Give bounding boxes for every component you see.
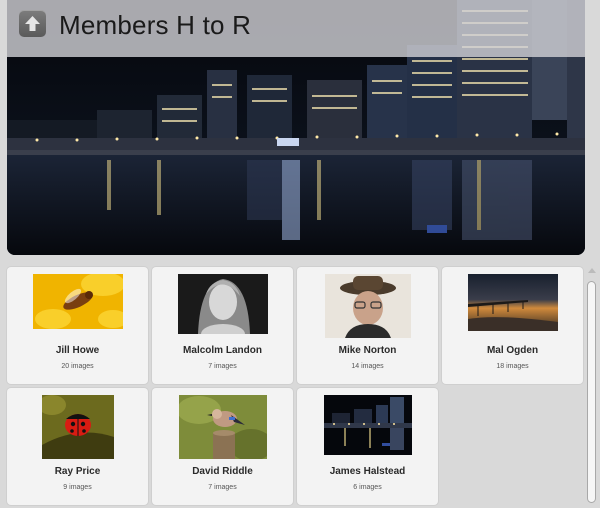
member-card[interactable]: Malcolm Landon 7 images xyxy=(152,267,293,384)
scroll-up-arrow-icon[interactable] xyxy=(588,268,596,273)
member-card[interactable]: James Halstead 6 images xyxy=(297,388,438,505)
member-name: Mal Ogden xyxy=(486,345,539,356)
member-thumbnail xyxy=(324,274,411,338)
arrow-up-icon xyxy=(25,16,40,31)
member-thumbnail xyxy=(178,395,267,459)
hero-banner: Members H to R xyxy=(7,0,585,255)
member-thumbnail xyxy=(467,274,558,331)
member-card[interactable]: Mal Ogden 18 images xyxy=(442,267,583,384)
member-name: David Riddle xyxy=(192,466,253,477)
member-thumbnail xyxy=(41,395,114,459)
title-bar: Members H to R xyxy=(7,0,585,57)
image-count: 6 images xyxy=(353,484,382,491)
up-button[interactable] xyxy=(19,10,46,37)
member-name: Ray Price xyxy=(54,466,101,477)
member-name: Malcolm Landon xyxy=(183,345,262,356)
image-count: 18 images xyxy=(496,363,529,370)
member-card[interactable]: David Riddle 7 images xyxy=(152,388,293,505)
member-card[interactable]: Mike Norton 14 images xyxy=(297,267,438,384)
member-thumbnail xyxy=(177,274,268,334)
image-count: 20 images xyxy=(61,363,94,370)
member-name: James Halstead xyxy=(329,466,406,477)
image-count: 7 images xyxy=(208,484,237,491)
image-count: 9 images xyxy=(63,484,92,491)
vertical-scrollbar[interactable] xyxy=(586,268,597,504)
image-count: 7 images xyxy=(208,363,237,370)
member-thumbnail xyxy=(323,395,412,455)
member-card[interactable]: Ray Price 9 images xyxy=(7,388,148,505)
scrollbar-thumb[interactable] xyxy=(587,281,596,503)
image-count: 14 images xyxy=(351,363,384,370)
member-card[interactable]: Jill Howe 20 images xyxy=(7,267,148,384)
member-name: Mike Norton xyxy=(338,345,397,356)
member-thumbnail xyxy=(32,274,123,329)
page-title: Members H to R xyxy=(59,10,252,40)
member-name: Jill Howe xyxy=(55,345,100,356)
